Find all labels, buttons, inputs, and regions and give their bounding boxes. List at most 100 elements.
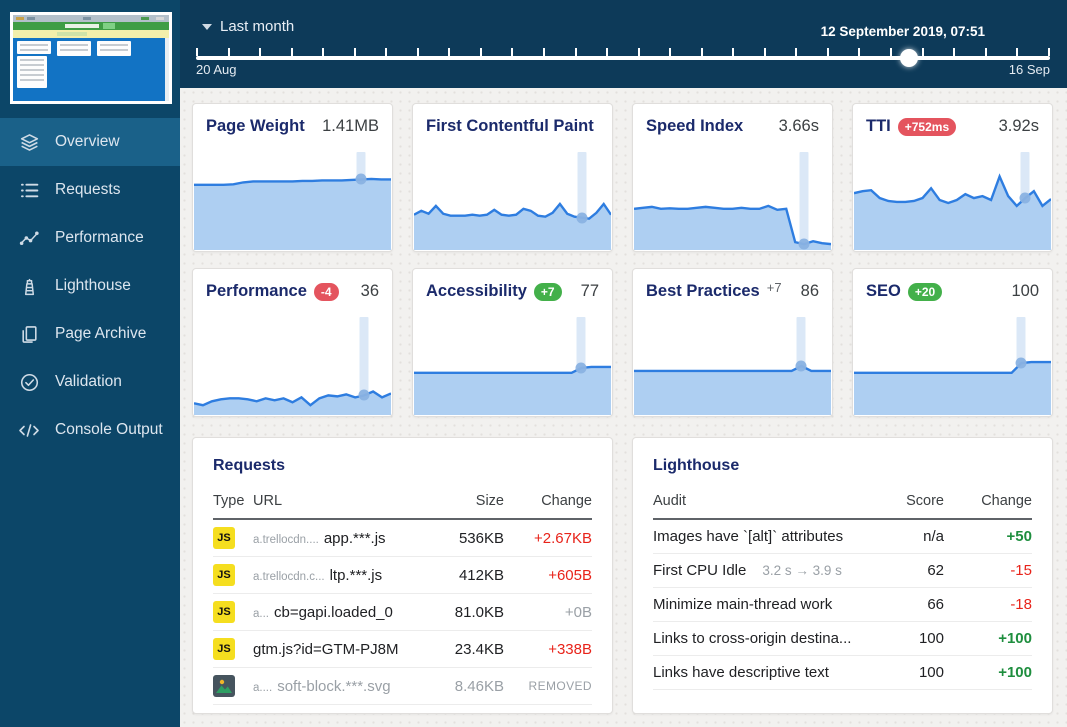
sidebar-item-page-archive[interactable]: Page Archive xyxy=(0,310,180,358)
request-url: gtm.js?id=GTM-PJ8M xyxy=(253,630,414,668)
audit-name: Links have descriptive text xyxy=(653,655,874,690)
audit-change: -18 xyxy=(944,587,1032,622)
request-size: 81.0KB xyxy=(414,593,504,631)
lighthouse-col-change: Change xyxy=(944,487,1032,520)
request-size: 412KB xyxy=(414,556,504,594)
sidebar-item-label: Performance xyxy=(55,229,144,246)
request-url-name: cb=gapi.loaded_0 xyxy=(273,603,393,621)
request-row[interactable]: JS a... cb=gapi.loaded_0 81.0KB +0B xyxy=(213,593,592,631)
thumbnail-board xyxy=(13,38,169,101)
sparkline-marker-dot xyxy=(575,362,587,374)
audit-name: Images have `[alt]` attributes xyxy=(653,519,874,554)
pages-icon xyxy=(18,323,40,345)
request-url: a.trellocdn.... app.***.js xyxy=(253,519,414,557)
sparkline-marker-dot xyxy=(798,238,810,250)
request-url-name: gtm.js?id=GTM-PJ8M xyxy=(253,640,399,658)
sidebar-item-label: Page Archive xyxy=(55,325,147,342)
sidebar-item-performance[interactable]: Performance xyxy=(0,214,180,262)
page-thumbnail[interactable] xyxy=(10,12,172,104)
metric-value: 3.92s xyxy=(998,117,1039,135)
audit-detail: 3.2 s → 3.9 s xyxy=(762,563,842,578)
sparkline-marker-dot xyxy=(358,389,370,401)
requests-col-size: Size xyxy=(414,487,504,520)
metric-value: 1.41MB xyxy=(322,117,379,135)
metric-card-performance[interactable]: Performance -4 36 xyxy=(192,268,393,417)
sidebar-item-requests[interactable]: Requests xyxy=(0,166,180,214)
metric-card-seo[interactable]: SEO +20 100 xyxy=(852,268,1053,417)
metric-title: Speed Index xyxy=(646,117,744,135)
range-start-label: 20 Aug xyxy=(196,62,237,77)
js-file-icon: JS xyxy=(213,638,235,660)
request-change: +605B xyxy=(504,556,592,594)
timeline-ticks xyxy=(196,48,1050,56)
audit-row[interactable]: First CPU Idle 3.2 s → 3.9 s 62 -15 xyxy=(653,553,1032,588)
request-change: REMOVED xyxy=(504,667,592,705)
thumbnail-browser-bar xyxy=(13,15,169,22)
scatter-icon xyxy=(18,227,40,249)
layers-icon xyxy=(18,131,40,153)
check-circle-icon xyxy=(18,371,40,393)
metric-card-accessibility[interactable]: Accessibility +7 77 xyxy=(412,268,613,417)
metric-title: Performance xyxy=(206,282,307,300)
sidebar-item-validation[interactable]: Validation xyxy=(0,358,180,406)
sidebar-item-console-output[interactable]: Console Output xyxy=(0,406,180,454)
main-content: Page Weight 1.41MB First Contentful Paint S… xyxy=(180,88,1067,727)
sidebar: Overview Requests Performance Lighthouse Pag… xyxy=(0,0,180,727)
lighthouse-panel: Lighthouse Audit Score Change Images hav… xyxy=(632,437,1053,714)
audit-row[interactable]: Minimize main-thread work 66 -18 xyxy=(653,587,1032,622)
request-url-prefix: a.trellocdn.... xyxy=(253,533,319,546)
audit-row[interactable]: Images have `[alt]` attributes n/a +50 xyxy=(653,519,1032,554)
request-change: +0B xyxy=(504,593,592,631)
date-range-dropdown[interactable]: Last month xyxy=(202,18,294,35)
sidebar-item-label: Validation xyxy=(55,373,122,390)
metric-card-tti[interactable]: TTI +752ms 3.92s xyxy=(852,103,1053,252)
request-change: +2.67KB xyxy=(504,519,592,557)
js-file-icon: JS xyxy=(213,527,235,549)
requests-table: Type URL Size Change JS a.trellocdn.... ap… xyxy=(213,487,592,705)
request-row[interactable]: JS gtm.js?id=GTM-PJ8M 23.4KB +338B xyxy=(213,630,592,668)
audit-row[interactable]: Links to cross-origin destina... 100 +100 xyxy=(653,621,1032,656)
sparkline-chart xyxy=(854,317,1051,415)
metric-change-badge: +752ms xyxy=(897,117,957,136)
thumbnail-header-bar xyxy=(13,22,169,30)
request-row[interactable]: JS a.trellocdn.c... ltp.***.js 412KB +605B xyxy=(213,556,592,594)
metric-value: 86 xyxy=(800,282,819,300)
metric-card-speed-index[interactable]: Speed Index 3.66s xyxy=(632,103,833,252)
requests-col-type: Type xyxy=(213,487,253,520)
image-file-icon xyxy=(213,675,235,697)
sparkline-marker-dot xyxy=(795,360,807,372)
requests-col-change: Change xyxy=(504,487,592,520)
timeline-track[interactable] xyxy=(196,56,1050,60)
audit-change: -15 xyxy=(944,553,1032,588)
request-url-name: ltp.***.js xyxy=(329,566,383,584)
metric-card-best-practices[interactable]: Best Practices +7 86 xyxy=(632,268,833,417)
request-row[interactable]: JS a.trellocdn.... app.***.js 536KB +2.67KB xyxy=(213,519,592,557)
lighthouse-icon xyxy=(18,275,40,297)
sidebar-item-label: Console Output xyxy=(55,421,163,438)
request-url-name: soft-block.***.svg xyxy=(277,677,391,695)
audit-name: Minimize main-thread work xyxy=(653,587,874,622)
audit-change: +100 xyxy=(944,621,1032,656)
request-url-prefix: a.... xyxy=(253,681,273,694)
metric-card-page-weight[interactable]: Page Weight 1.41MB xyxy=(192,103,393,252)
lighthouse-table: Audit Score Change Images have `[alt]` a… xyxy=(653,487,1032,690)
audit-name: First CPU Idle 3.2 s → 3.9 s xyxy=(653,553,874,588)
request-row[interactable]: a.... soft-block.***.svg 8.46KB REMOVED xyxy=(213,667,592,705)
js-file-icon: JS xyxy=(213,601,235,623)
audit-row[interactable]: Links have descriptive text 100 +100 xyxy=(653,655,1032,690)
sidebar-item-label: Lighthouse xyxy=(55,277,131,294)
audit-score: 62 xyxy=(874,553,944,588)
metric-value: 3.66s xyxy=(778,117,819,135)
metric-card-first-contentful-paint[interactable]: First Contentful Paint xyxy=(412,103,613,252)
sidebar-item-label: Overview xyxy=(55,133,120,150)
sparkline-chart xyxy=(194,317,391,415)
lighthouse-col-score: Score xyxy=(874,487,944,520)
audit-score: 66 xyxy=(874,587,944,622)
sparkline-chart xyxy=(634,152,831,250)
thumbnail-notice-bar xyxy=(13,30,169,38)
sidebar-item-overview[interactable]: Overview xyxy=(0,118,180,166)
metric-value: 77 xyxy=(580,282,599,300)
request-change: +338B xyxy=(504,630,592,668)
sparkline-marker-dot xyxy=(1019,192,1031,204)
sidebar-item-lighthouse[interactable]: Lighthouse xyxy=(0,262,180,310)
